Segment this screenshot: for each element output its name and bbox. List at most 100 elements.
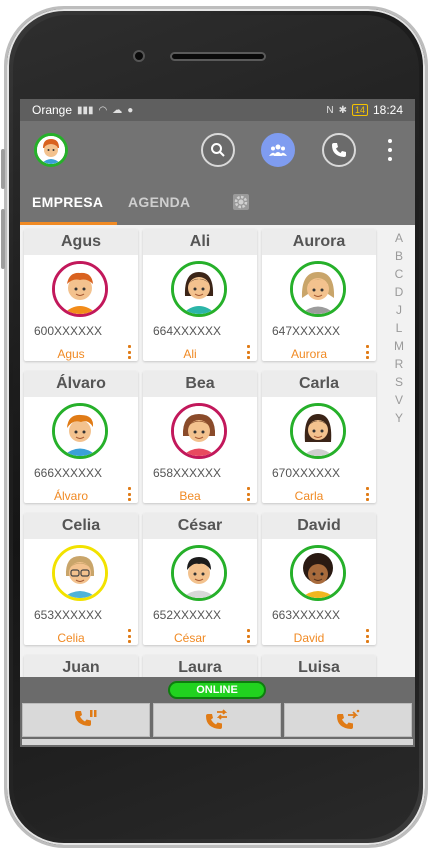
contact-card[interactable]: Bea 658XXXXXX Bea [143,371,257,503]
group-icon [269,144,287,156]
contact-name-link[interactable]: Agus [24,347,118,361]
more-vert-icon[interactable] [126,629,132,643]
alpha-index-item[interactable]: V [389,393,409,411]
tab-bar: EMPRESA AGENDA [20,179,415,225]
contact-name-link[interactable]: César [143,631,237,645]
status-bar: Orange ▮▮▮ ◠ ☁ ● N ✱ 14 18:24 [20,99,415,121]
alpha-index-item[interactable]: J [389,303,409,321]
user-avatar-icon[interactable] [34,133,68,167]
call-button[interactable] [322,133,356,167]
contact-phone: 653XXXXXX [34,608,103,622]
contact-card-title: Bea [143,371,257,397]
alpha-index-item[interactable]: L [389,321,409,339]
contact-card[interactable]: Carla 670XXXXXX Carla [262,371,376,503]
bluetooth-icon: ✱ [338,104,347,116]
more-vert-icon[interactable] [245,629,251,643]
cloud-icon: ☁ [112,104,123,116]
tab-settings[interactable] [232,179,250,225]
contact-name-link[interactable]: Celia [24,631,118,645]
more-vert-icon[interactable] [364,345,370,359]
more-vert-icon[interactable] [382,137,398,163]
search-button[interactable] [201,133,235,167]
contact-name-link[interactable]: Carla [262,489,356,503]
girl-avatar-icon [171,403,227,459]
contact-card-title: David [262,513,376,539]
contact-card-title: Álvaro [24,371,138,397]
search-icon [211,143,225,157]
contact-name-link[interactable]: Álvaro [24,489,118,503]
more-vert-icon[interactable] [126,345,132,359]
contact-card[interactable]: Juan [24,655,138,677]
contact-card-title: César [143,513,257,539]
alpha-index-item[interactable]: R [389,357,409,375]
contact-card-title: Juan [24,655,138,677]
more-vert-icon[interactable] [245,487,251,501]
more-vert-icon[interactable] [364,487,370,501]
call-forward-icon [337,709,360,729]
tab-agenda[interactable]: AGENDA [128,179,190,225]
contact-card[interactable]: César 652XXXXXX César [143,513,257,645]
front-camera [133,50,145,62]
alpha-index-item[interactable]: Y [389,411,409,429]
call-forward-button[interactable] [284,703,412,737]
contact-name-link[interactable]: Bea [143,489,237,503]
alpha-index-item[interactable]: B [389,249,409,267]
contact-card-title: Carla [262,371,376,397]
contact-card-title: Agus [24,229,138,255]
wifi-icon: ◠ [98,104,108,116]
nfc-icon: N [326,104,334,116]
contact-card[interactable]: Álvaro 666XXXXXX Álvaro [24,371,138,503]
girl-avatar-icon [171,261,227,317]
boy-avatar-icon [290,545,346,601]
signal-icon: ▮▮▮ [77,104,94,116]
alpha-index-item[interactable]: D [389,285,409,303]
chat-icon: ● [127,104,134,116]
status-badge: ONLINE [168,681,266,699]
contact-name-link[interactable]: Ali [143,347,237,361]
group-button[interactable] [261,133,295,167]
contact-phone: 664XXXXXX [153,324,222,338]
contact-phone: 670XXXXXX [272,466,341,480]
contact-phone: 647XXXXXX [272,324,341,338]
bottom-strip [22,739,413,745]
contact-card[interactable]: David 663XXXXXX David [262,513,376,645]
alpha-index-item[interactable]: C [389,267,409,285]
more-vert-icon[interactable] [245,345,251,359]
phone-icon [332,143,346,157]
contact-name-link[interactable]: Aurora [262,347,356,361]
contact-card[interactable]: Aurora 647XXXXXX Aurora [262,229,376,361]
app-bar [20,121,415,179]
side-button [1,209,5,269]
contacts-grid: Agus 600XXXXXX Agus Ali 664XXXXXX Ali Au… [20,225,380,677]
alpha-index-item[interactable]: S [389,375,409,393]
call-transfer-button[interactable] [153,703,281,737]
contact-name-link[interactable]: David [262,631,356,645]
alpha-index-item[interactable]: A [389,231,409,249]
contact-phone: 666XXXXXX [34,466,103,480]
contact-card-title: Aurora [262,229,376,255]
contact-card[interactable]: Luisa [262,655,376,677]
more-vert-icon[interactable] [126,487,132,501]
contact-card[interactable]: Celia 653XXXXXX Celia [24,513,138,645]
call-hold-button[interactable] [22,703,150,737]
contact-card-title: Laura [143,655,257,677]
alphabet-index: A B C D J L M R S V Y [389,231,409,429]
alpha-index-item[interactable]: M [389,339,409,357]
girl-avatar-icon [290,403,346,459]
contact-card[interactable]: Agus 600XXXXXX Agus [24,229,138,361]
contact-card[interactable]: Ali 664XXXXXX Ali [143,229,257,361]
boy-avatar-icon [52,403,108,459]
girl-avatar-icon [290,261,346,317]
more-vert-icon[interactable] [364,629,370,643]
app-screen: Orange ▮▮▮ ◠ ☁ ● N ✱ 14 18:24 EMPRESA AG… [20,99,415,747]
girl-avatar-icon [52,545,108,601]
tab-empresa[interactable]: EMPRESA [32,179,103,225]
contact-phone: 663XXXXXX [272,608,341,622]
clock: 18:24 [372,103,403,117]
contact-card-title: Ali [143,229,257,255]
call-hold-icon [75,710,97,726]
boy-avatar-icon [52,261,108,317]
contact-phone: 658XXXXXX [153,466,222,480]
contact-card[interactable]: Laura [143,655,257,677]
call-transfer-icon [206,709,228,729]
